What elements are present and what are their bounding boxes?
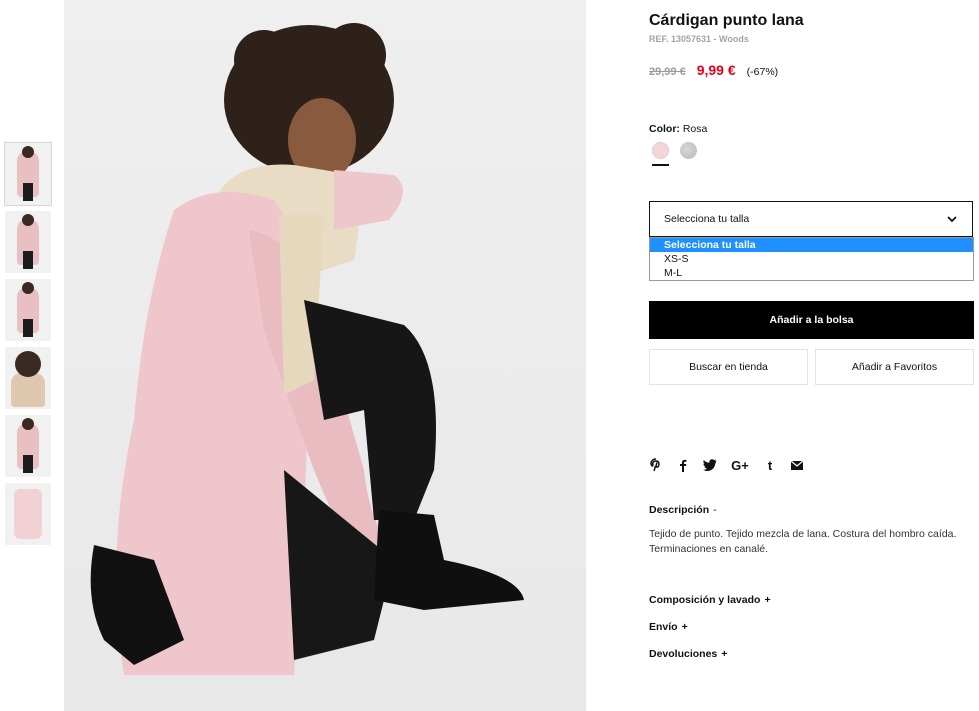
expand-toggle: +: [764, 594, 771, 606]
add-to-favorites-button[interactable]: Añadir a Favoritos: [815, 349, 974, 385]
facebook-icon[interactable]: [676, 458, 690, 472]
thumbnail-1[interactable]: [4, 142, 52, 206]
accordion-shipping[interactable]: Envío +: [649, 621, 688, 633]
tumblr-icon[interactable]: t: [763, 458, 777, 473]
thumbnail-head: [22, 282, 34, 294]
thumbnail-legs: [23, 183, 33, 201]
thumbnail-legs: [23, 319, 33, 337]
product-title: Cárdigan punto lana: [649, 12, 804, 29]
chevron-down-icon: [947, 216, 957, 223]
color-value: Rosa: [682, 123, 708, 135]
twitter-icon[interactable]: [703, 458, 717, 472]
color-label: Color:: [649, 123, 680, 135]
size-option[interactable]: Selecciona tu talla: [650, 238, 973, 252]
thumbnail-head: [22, 146, 34, 158]
size-option[interactable]: XS-S: [650, 252, 973, 266]
email-icon[interactable]: [790, 458, 804, 472]
collapse-toggle: -: [713, 504, 717, 516]
email-glyph: [791, 460, 803, 470]
size-dropdown-list: Selecciona tu talla XS-S M-L: [649, 237, 974, 281]
thumbnail-gallery: [4, 142, 52, 551]
description-heading[interactable]: Descripción -: [649, 504, 717, 516]
size-select[interactable]: Selecciona tu talla: [649, 201, 973, 237]
thumbnail-4[interactable]: [5, 347, 51, 409]
thumbnail-2[interactable]: [5, 211, 51, 273]
accordion-composition[interactable]: Composición y lavado +: [649, 594, 771, 606]
pinterest-icon[interactable]: [649, 458, 663, 472]
facebook-glyph: [680, 459, 687, 472]
thumbnail-figure: [14, 489, 42, 539]
thumbnail-6[interactable]: [5, 483, 51, 545]
accordion-label: Envío: [649, 621, 678, 633]
thumbnail-head: [22, 214, 34, 226]
find-in-store-button[interactable]: Buscar en tienda: [649, 349, 808, 385]
share-icons-row: G+ t: [649, 458, 817, 473]
description-heading-label: Descripción: [649, 504, 710, 516]
expand-toggle: +: [681, 621, 688, 633]
size-option[interactable]: M-L: [650, 266, 973, 280]
thumbnail-legs: [23, 455, 33, 473]
accordion-label: Composición y lavado: [649, 594, 761, 606]
swatch-gris[interactable]: [680, 142, 697, 159]
color-label-row: Color: Rosa: [649, 123, 707, 135]
original-price: 29,99 €: [649, 66, 686, 78]
twitter-glyph: [703, 459, 717, 471]
sale-price: 9,99 €: [696, 62, 736, 78]
main-product-image: [64, 0, 586, 711]
accordion-returns[interactable]: Devoluciones +: [649, 648, 727, 660]
accordion-label: Devoluciones: [649, 648, 718, 660]
thumbnail-3[interactable]: [5, 279, 51, 341]
thumbnail-figure: [11, 373, 45, 407]
pinterest-glyph: [650, 458, 660, 472]
expand-toggle: +: [721, 648, 728, 660]
swatch-rosa[interactable]: [652, 142, 669, 159]
size-select-value: Selecciona tu talla: [664, 213, 750, 225]
color-swatches: [652, 142, 708, 159]
thumbnail-head: [22, 418, 34, 430]
product-reference: REF. 13057631 - Woods: [649, 34, 749, 44]
thumbnail-5[interactable]: [5, 415, 51, 477]
product-photo-illustration: [90, 23, 524, 675]
price-block: 29,99 € 9,99 € (-67%): [649, 62, 778, 78]
description-text: Tejido de punto. Tejido mezcla de lana. …: [649, 528, 957, 555]
thumbnail-head: [15, 351, 41, 377]
add-to-bag-button[interactable]: Añadir a la bolsa: [649, 301, 974, 339]
google-plus-icon[interactable]: G+: [730, 458, 750, 473]
thumbnail-legs: [23, 251, 33, 269]
selected-swatch-indicator: [652, 164, 669, 166]
discount-percent: (-67%): [746, 66, 779, 78]
